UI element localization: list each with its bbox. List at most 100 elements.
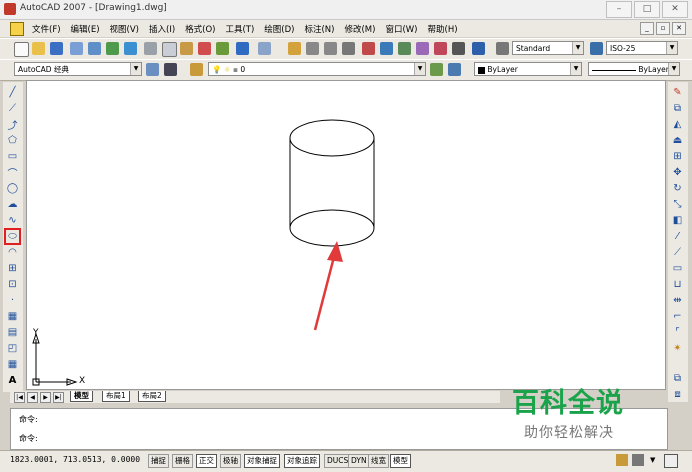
- table-icon[interactable]: ▦: [6, 358, 19, 371]
- mirror-icon[interactable]: ◭: [671, 118, 684, 131]
- revision-cloud-icon[interactable]: ☁: [6, 198, 19, 211]
- lineweight-toggle[interactable]: 线宽: [368, 454, 389, 468]
- cut-icon[interactable]: [144, 42, 157, 55]
- menu-format[interactable]: 格式(O): [180, 23, 220, 35]
- menu-insert[interactable]: 插入(I): [144, 23, 180, 35]
- hatch-icon[interactable]: ▦: [6, 310, 19, 323]
- tab-layout2[interactable]: 布局2: [138, 391, 166, 402]
- osnap-toggle[interactable]: 对象捕捉: [244, 454, 280, 468]
- zoom-realtime-icon[interactable]: [306, 42, 319, 55]
- new-file-icon[interactable]: [14, 42, 29, 57]
- workspace-select[interactable]: AutoCAD 经典 ▼: [14, 62, 142, 76]
- linetype-select[interactable]: ByLayer ▼: [588, 62, 680, 76]
- insert-block-icon[interactable]: ⊞: [6, 262, 19, 275]
- drawing-canvas[interactable]: Y X: [26, 80, 666, 390]
- multiline-text-icon[interactable]: A: [6, 374, 19, 387]
- grid-toggle[interactable]: 栅格: [172, 454, 193, 468]
- erase-icon[interactable]: ✎: [671, 86, 684, 99]
- region-icon[interactable]: ◰: [6, 342, 19, 355]
- cylinder-top-ellipse[interactable]: [289, 119, 375, 157]
- color-select[interactable]: ByLayer ▼: [474, 62, 582, 76]
- chevron-down-icon[interactable]: ▼: [130, 63, 141, 75]
- cylinder-bottom-ellipse[interactable]: [289, 209, 375, 247]
- polar-toggle[interactable]: 极轴: [220, 454, 241, 468]
- make-current-layer-icon[interactable]: [430, 63, 443, 76]
- explode-icon[interactable]: ✴: [671, 342, 684, 355]
- tool-palettes-icon[interactable]: [398, 42, 411, 55]
- doc-close-button[interactable]: ✕: [672, 22, 686, 35]
- tab-model[interactable]: 模型: [70, 391, 93, 402]
- menu-tools[interactable]: 工具(T): [220, 23, 259, 35]
- draw-order-icon[interactable]: ⧉: [671, 372, 684, 385]
- close-button[interactable]: ✕: [662, 1, 688, 18]
- dim-style-icon[interactable]: [590, 42, 603, 55]
- chevron-down-icon[interactable]: ▼: [414, 63, 425, 75]
- layer-manager-icon[interactable]: [190, 63, 203, 76]
- save-workspace-icon[interactable]: [164, 63, 177, 76]
- polygon-icon[interactable]: ⬠: [6, 134, 19, 147]
- 3d-dwf-icon[interactable]: [124, 42, 137, 55]
- menu-edit[interactable]: 编辑(E): [66, 23, 105, 35]
- zoom-window-icon[interactable]: [324, 42, 337, 55]
- zoom-previous-icon[interactable]: [342, 42, 355, 55]
- copy-icon[interactable]: [162, 42, 177, 57]
- offset-icon[interactable]: ⏏: [671, 134, 684, 147]
- layer-select[interactable]: 💡 ☼ ▪ 0 ▼: [208, 62, 426, 76]
- chevron-down-icon[interactable]: ▼: [570, 63, 581, 75]
- communication-center-icon[interactable]: [616, 454, 628, 466]
- redo-icon[interactable]: [258, 42, 271, 55]
- chevron-down-icon[interactable]: ▼: [666, 42, 677, 54]
- copy-object-icon[interactable]: ⧉: [671, 102, 684, 115]
- fillet-icon[interactable]: ⌜: [671, 326, 684, 339]
- rotate-icon[interactable]: ↻: [671, 182, 684, 195]
- menu-dimension[interactable]: 标注(N): [299, 23, 339, 35]
- break-icon[interactable]: ⊔: [671, 278, 684, 291]
- menu-view[interactable]: 视图(V): [105, 23, 144, 35]
- design-center-icon[interactable]: [380, 42, 393, 55]
- publish-icon[interactable]: [106, 42, 119, 55]
- circle-icon[interactable]: ◯: [6, 182, 19, 195]
- document-icon[interactable]: [10, 22, 24, 36]
- extend-icon[interactable]: ⟋: [671, 246, 684, 259]
- plot-preview-icon[interactable]: [88, 42, 101, 55]
- maximize-button[interactable]: □: [634, 1, 660, 18]
- stretch-icon[interactable]: ◧: [671, 214, 684, 227]
- gradient-icon[interactable]: ▤: [6, 326, 19, 339]
- draw-order-back-icon[interactable]: ⧈: [671, 388, 684, 401]
- chevron-down-icon[interactable]: ▼: [650, 456, 655, 464]
- block-editor-icon[interactable]: [216, 42, 229, 55]
- text-style-select[interactable]: Standard ▼: [512, 41, 584, 55]
- doc-restore-button[interactable]: ▫: [656, 22, 670, 35]
- menu-modify[interactable]: 修改(M): [339, 23, 380, 35]
- menu-draw[interactable]: 绘图(D): [259, 23, 299, 35]
- command-prompt[interactable]: 命令:: [19, 433, 38, 444]
- array-icon[interactable]: ⊞: [671, 150, 684, 163]
- clean-screen-icon[interactable]: [664, 454, 678, 468]
- trim-icon[interactable]: ⁄: [671, 230, 684, 243]
- dim-style-select[interactable]: ISO-25 ▼: [606, 41, 678, 55]
- layer-previous-icon[interactable]: [448, 63, 461, 76]
- plot-icon[interactable]: [70, 42, 83, 55]
- match-properties-icon[interactable]: [198, 42, 211, 55]
- move-icon[interactable]: ✥: [671, 166, 684, 179]
- menu-file[interactable]: 文件(F): [27, 23, 66, 35]
- spline-icon[interactable]: ∿: [6, 214, 19, 227]
- line-icon[interactable]: ╱: [6, 86, 19, 99]
- otrack-toggle[interactable]: 对象追踪: [284, 454, 320, 468]
- rectangle-icon[interactable]: ▭: [6, 150, 19, 163]
- prev-tab-icon[interactable]: ◀: [27, 392, 38, 403]
- dyn-toggle[interactable]: DYN: [348, 454, 370, 468]
- sheet-set-icon[interactable]: [416, 42, 429, 55]
- snap-toggle[interactable]: 捕捉: [148, 454, 169, 468]
- lock-icon[interactable]: [632, 454, 644, 466]
- first-tab-icon[interactable]: |◀: [14, 392, 25, 403]
- ellipse-icon[interactable]: ⬭: [4, 228, 21, 245]
- text-style-icon[interactable]: [496, 42, 509, 55]
- join-icon[interactable]: ⇹: [671, 294, 684, 307]
- next-tab-icon[interactable]: ▶: [40, 392, 51, 403]
- arc-icon[interactable]: ⌒: [6, 166, 19, 180]
- make-block-icon[interactable]: ⊡: [6, 278, 19, 291]
- undo-icon[interactable]: [236, 42, 249, 55]
- tab-layout1[interactable]: 布局1: [102, 391, 130, 402]
- properties-icon[interactable]: [362, 42, 375, 55]
